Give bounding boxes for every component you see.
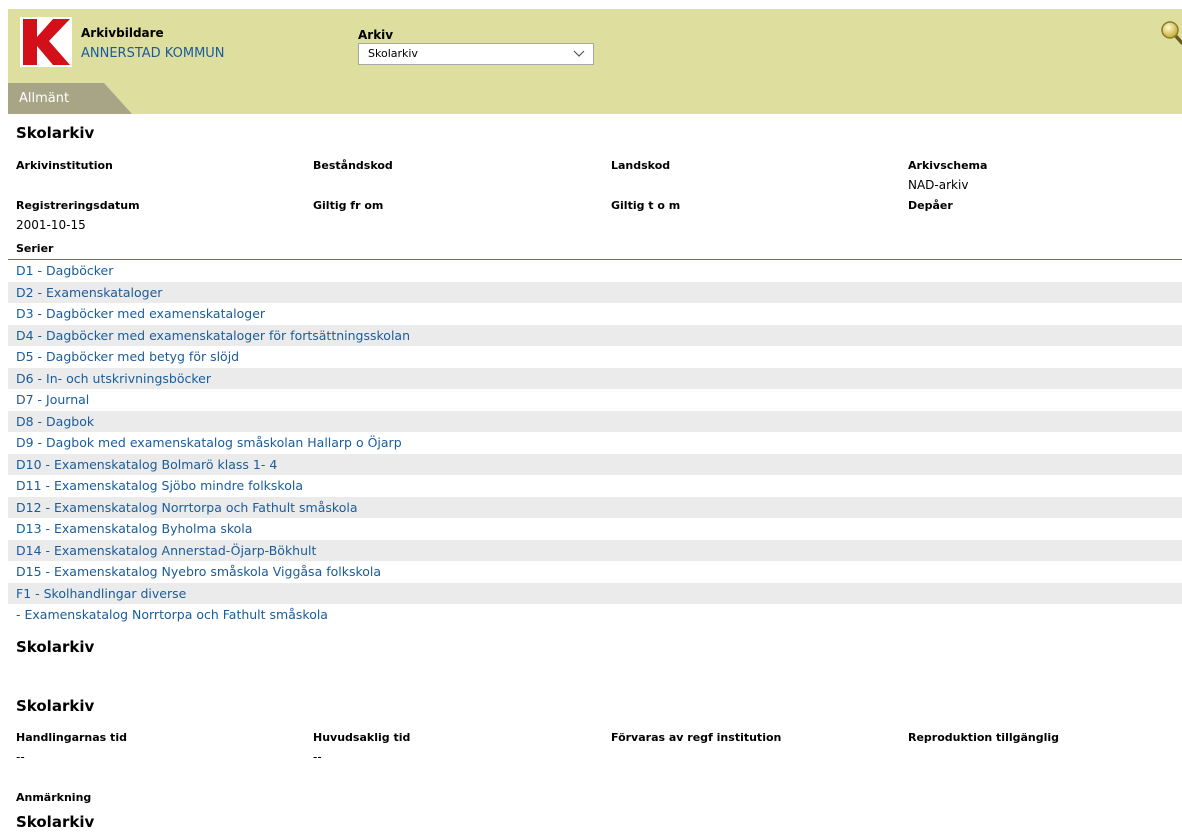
reproduktion-label: Reproduktion tillgänglig	[908, 731, 1060, 744]
series-link[interactable]: D14 - Examenskatalog Annerstad-Öjarp-Bök…	[16, 543, 316, 558]
list-item: D10 - Examenskatalog Bolmarö klass 1- 4	[8, 453, 1182, 475]
landskod-label: Landskod	[611, 159, 671, 172]
list-item: D2 - Examenskataloger	[8, 281, 1182, 303]
archive-select[interactable]: Skolarkiv	[358, 43, 594, 65]
list-item: D4 - Dagböcker med examenskataloger för …	[8, 324, 1182, 346]
search-icon[interactable]	[1160, 20, 1182, 46]
section-title: Skolarkiv	[16, 813, 95, 831]
series-list: D1 - Dagböcker D2 - Examenskataloger D3 …	[8, 260, 1182, 626]
section-title: Skolarkiv	[16, 124, 95, 142]
chevron-down-icon	[573, 50, 585, 57]
series-link[interactable]: D15 - Examenskatalog Nyebro småskola Vig…	[16, 564, 381, 579]
list-item: D15 - Examenskatalog Nyebro småskola Vig…	[8, 561, 1182, 583]
list-item: D5 - Dagböcker med betyg för slöjd	[8, 346, 1182, 368]
series-link[interactable]: D8 - Dagbok	[16, 414, 94, 429]
k-logo	[20, 17, 72, 67]
list-item: D8 - Dagbok	[8, 410, 1182, 432]
registreringsdatum-label: Registreringsdatum	[16, 199, 140, 212]
list-item: D7 - Journal	[8, 389, 1182, 411]
series-link[interactable]: D3 - Dagböcker med examenskataloger	[16, 306, 265, 321]
series-link[interactable]: D10 - Examenskatalog Bolmarö klass 1- 4	[16, 457, 277, 472]
series-link[interactable]: D6 - In- och utskrivningsböcker	[16, 371, 211, 386]
list-item: - Examenskatalog Norrtorpa och Fathult s…	[8, 604, 1182, 626]
giltig-tom-label: Giltig t o m	[611, 199, 681, 212]
series-link[interactable]: D4 - Dagböcker med examenskataloger för …	[16, 328, 410, 343]
creator-link[interactable]: ANNERSTAD KOMMUN	[81, 46, 225, 61]
bestandskod-label: Beståndskod	[313, 159, 393, 172]
list-item: D1 - Dagböcker	[8, 260, 1182, 282]
list-item: D9 - Dagbok med examenskatalog småskolan…	[8, 432, 1182, 454]
huvudsaklig-tid-label: Huvudsaklig tid	[313, 731, 411, 744]
serier-label: Serier	[16, 242, 54, 255]
archive-label: Arkiv	[358, 28, 394, 42]
series-link[interactable]: D9 - Dagbok med examenskatalog småskolan…	[16, 435, 402, 450]
giltig-from-label: Giltig fr om	[313, 199, 384, 212]
arkivschema-label: Arkivschema	[908, 159, 988, 172]
forvaras-label: Förvaras av regf institution	[611, 731, 782, 744]
series-link[interactable]: - Examenskatalog Norrtorpa och Fathult s…	[16, 607, 328, 622]
handlingarnas-tid-value: --	[16, 750, 25, 764]
list-item: F1 - Skolhandlingar diverse	[8, 582, 1182, 604]
series-link[interactable]: F1 - Skolhandlingar diverse	[16, 586, 186, 601]
header-bar: Arkivbildare ANNERSTAD KOMMUN Arkiv Skol…	[8, 9, 1182, 114]
archive-select-value: Skolarkiv	[368, 47, 418, 60]
series-link[interactable]: D5 - Dagböcker med betyg för slöjd	[16, 349, 239, 364]
creator-label: Arkivbildare	[81, 26, 164, 40]
list-item: D14 - Examenskatalog Annerstad-Öjarp-Bök…	[8, 539, 1182, 561]
series-link[interactable]: D11 - Examenskatalog Sjöbo mindre folksk…	[16, 478, 303, 493]
series-link[interactable]: D2 - Examenskataloger	[16, 285, 162, 300]
section-title: Skolarkiv	[16, 697, 95, 715]
list-item: D13 - Examenskatalog Byholma skola	[8, 518, 1182, 540]
series-link[interactable]: D1 - Dagböcker	[16, 263, 113, 278]
registreringsdatum-value: 2001-10-15	[16, 218, 86, 232]
series-link[interactable]: D12 - Examenskatalog Norrtorpa och Fathu…	[16, 500, 357, 515]
section-title: Skolarkiv	[16, 638, 95, 656]
list-item: D6 - In- och utskrivningsböcker	[8, 367, 1182, 389]
list-item: D12 - Examenskatalog Norrtorpa och Fathu…	[8, 496, 1182, 518]
tab-allmant[interactable]: Allmänt	[8, 83, 132, 114]
depaer-label: Depåer	[908, 199, 953, 212]
huvudsaklig-tid-value: --	[313, 750, 322, 764]
handlingarnas-tid-label: Handlingarnas tid	[16, 731, 127, 744]
series-link[interactable]: D13 - Examenskatalog Byholma skola	[16, 521, 252, 536]
list-item: D3 - Dagböcker med examenskataloger	[8, 303, 1182, 325]
series-link[interactable]: D7 - Journal	[16, 392, 89, 407]
anmarkning-label: Anmärkning	[16, 791, 92, 804]
list-item: D11 - Examenskatalog Sjöbo mindre folksk…	[8, 475, 1182, 497]
arkivschema-value: NAD-arkiv	[908, 178, 969, 192]
arkivinstitution-label: Arkivinstitution	[16, 159, 113, 172]
